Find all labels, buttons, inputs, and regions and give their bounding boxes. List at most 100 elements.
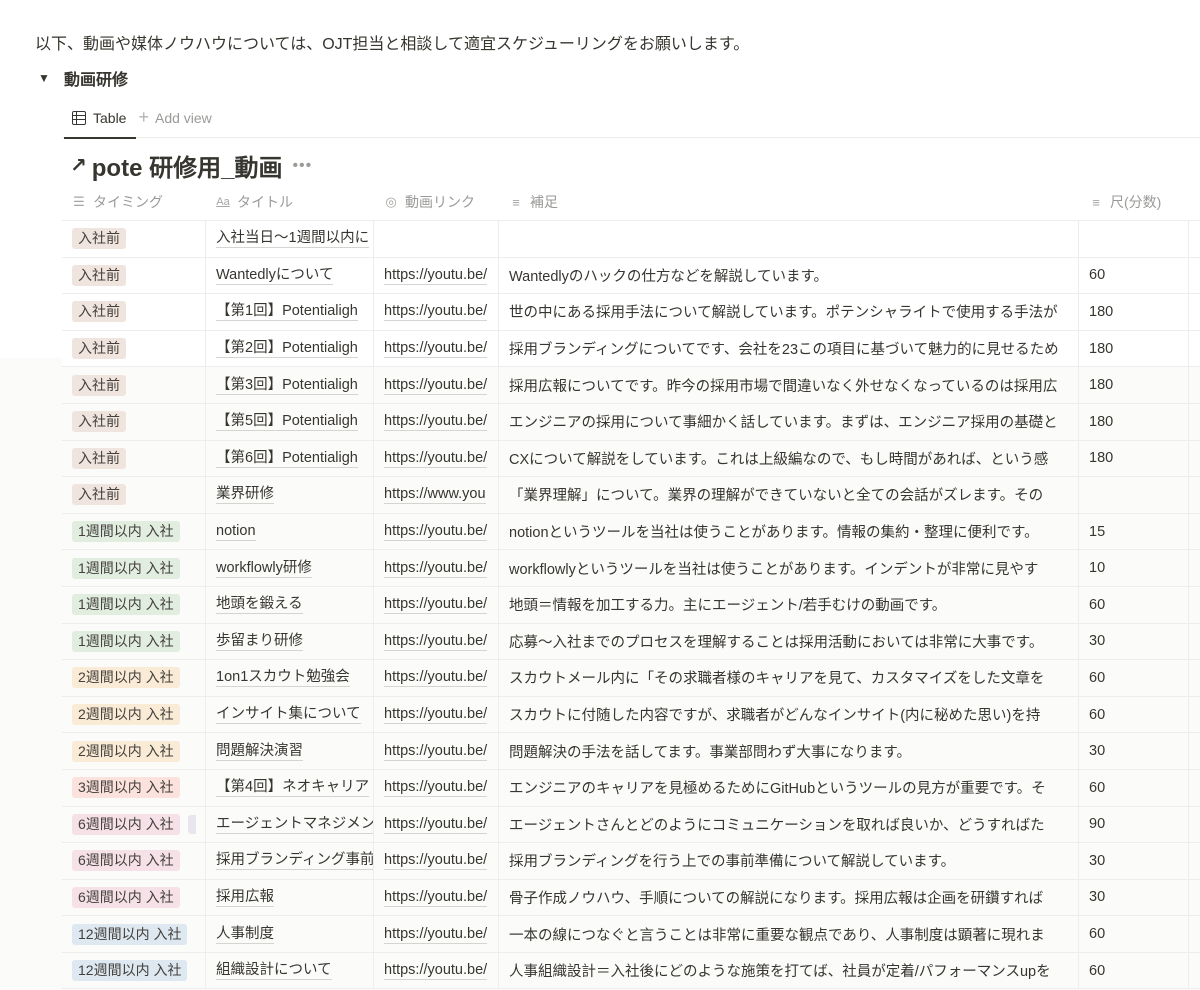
column-header-minutes[interactable]: ≡ 尺(分数) — [1079, 184, 1189, 220]
cell-video-link[interactable]: https://www.you — [374, 477, 499, 513]
cell-timing[interactable]: 入社前 — [62, 477, 206, 513]
cell-timing[interactable]: 入社前 — [62, 367, 206, 403]
cell-timing[interactable]: 入社前 — [62, 257, 206, 294]
cell-note[interactable]: CXについて解説をしています。これは上級編なので、もし時間があれば、という感 — [499, 440, 1079, 477]
cell-timing[interactable]: 2週間以内 入社 — [62, 660, 206, 696]
table-row[interactable]: 入社前 【第1回】Potentialigh https://youtu.be/世の中… — [62, 294, 1200, 331]
table-row[interactable]: 入社前 入社当日〜1週間以内に — [62, 221, 1200, 258]
page-title-link[interactable]: エージェントマネジメント — [216, 815, 373, 834]
column-header-timing[interactable]: ☰ タイミング — [62, 184, 206, 220]
cell-minutes[interactable]: 180 — [1079, 403, 1189, 440]
page-title-link[interactable]: 問題解決演習 — [216, 742, 303, 761]
cell-video-link[interactable]: https://youtu.be/ — [374, 769, 499, 806]
cell-video-link[interactable]: https://youtu.be/ — [374, 550, 499, 586]
cell-timing[interactable]: 入社前 — [62, 330, 206, 367]
video-url-link[interactable]: https://www.you — [384, 485, 486, 505]
cell-timing[interactable]: 1週間以内 入社 — [62, 586, 206, 623]
cell-video-link[interactable] — [374, 221, 499, 257]
page-title-link[interactable]: 【第2回】Potentialigh — [216, 339, 358, 359]
cell-video-link[interactable]: https://youtu.be/ — [374, 257, 499, 294]
video-url-link[interactable]: https://youtu.be/ — [384, 632, 488, 651]
cell-minutes[interactable]: 90 — [1079, 806, 1189, 843]
table-row[interactable]: 1週間以内 入社 地頭を鍛える https://youtu.be/地頭＝情報を加工す… — [62, 586, 1200, 624]
cell-note[interactable]: 問題解決の手法を話してます。事業部問わず大事になります。 — [499, 733, 1079, 769]
cell-minutes[interactable]: 180 — [1079, 294, 1189, 330]
cell-timing[interactable]: 1週間以内 入社 — [62, 550, 206, 586]
cell-title[interactable]: 【第3回】Potentialigh — [206, 367, 374, 403]
cell-video-link[interactable]: https://youtu.be/ — [374, 294, 499, 330]
cell-title[interactable]: 地頭を鍛える — [206, 586, 374, 623]
table-row[interactable]: 6週間以内 入社 エージェントマネジメント https://youtu.be/エージ… — [62, 806, 1200, 844]
cell-note[interactable]: 人事組織設計＝入社後にどのような施策を打てば、社員が定着/パフォーマンスupを — [499, 952, 1079, 989]
cell-video-link[interactable]: https://youtu.be/ — [374, 586, 499, 623]
column-header-title[interactable]: Aa タイトル — [206, 184, 374, 220]
table-row[interactable]: 2週間以内 入社 1on1スカウト勉強会 https://youtu.be/スカウト… — [62, 660, 1200, 697]
video-url-link[interactable]: https://youtu.be/ — [384, 778, 488, 798]
cell-note[interactable]: エンジニアのキャリアを見極めるためにGitHubというツールの見方が重要です。そ — [499, 769, 1079, 806]
cell-title[interactable]: 【第1回】Potentialigh — [206, 294, 374, 330]
table-row[interactable]: 2週間以内 入社 インサイト集について https://youtu.be/スカウトに… — [62, 696, 1200, 734]
cell-title[interactable]: 入社当日〜1週間以内に — [206, 221, 374, 257]
page-title-link[interactable]: Wantedlyについて — [216, 266, 334, 285]
table-row[interactable]: 入社前 【第3回】Potentialigh https://youtu.be/採用広… — [62, 367, 1200, 404]
add-view-button[interactable]: + Add view — [138, 107, 211, 128]
cell-minutes[interactable]: 30 — [1079, 879, 1189, 916]
table-row[interactable]: 12週間以内 入社 人事制度 https://youtu.be/一本の線につなぐと言… — [62, 916, 1200, 953]
table-row[interactable]: 2週間以内 入社 問題解決演習 https://youtu.be/問題解決の手法を話… — [62, 733, 1200, 770]
cell-minutes[interactable]: 60 — [1079, 916, 1189, 952]
cell-title[interactable]: notion — [206, 513, 374, 550]
page-title-link[interactable]: 地頭を鍛える — [216, 595, 303, 615]
table-row[interactable]: 1週間以内 入社 歩留まり研修 https://youtu.be/応募〜入社までのプ… — [62, 623, 1200, 661]
column-header-video-link[interactable]: ◎ 動画リンク — [374, 184, 499, 220]
cell-video-link[interactable]: https://youtu.be/ — [374, 879, 499, 916]
table-row[interactable]: 入社前 【第6回】Potentialigh https://youtu.be/CXに… — [62, 440, 1200, 478]
page-title-link[interactable]: 採用ブランディング事前 — [216, 851, 373, 871]
video-url-link[interactable]: https://youtu.be/ — [384, 851, 488, 871]
cell-title[interactable]: workflowly研修 — [206, 550, 374, 586]
cell-note[interactable]: 一本の線につなぐと言うことは非常に重要な観点であり、人事制度は顕著に現れま — [499, 916, 1079, 952]
cell-note[interactable]: 採用広報についてです。昨今の採用市場で間違いなく外せなくなっているのは採用広 — [499, 367, 1079, 403]
cell-minutes[interactable]: 60 — [1079, 660, 1189, 696]
video-url-link[interactable]: https://youtu.be/ — [384, 302, 488, 322]
page-title-link[interactable]: 採用広報 — [216, 888, 274, 907]
page-title-link[interactable]: notion — [216, 522, 256, 542]
table-row[interactable]: 入社前 業界研修 https://www.you 「業界理解」について。業界の理解がで… — [62, 477, 1200, 514]
more-options-icon[interactable]: ••• — [292, 157, 312, 175]
page-title-link[interactable]: 【第6回】Potentialigh — [216, 449, 358, 468]
video-url-link[interactable]: https://youtu.be/ — [384, 742, 488, 761]
cell-timing[interactable]: 6週間以内 入社 — [62, 806, 206, 843]
cell-timing[interactable]: 入社前 — [62, 440, 206, 477]
cell-timing[interactable]: 1週間以内 入社 — [62, 623, 206, 660]
page-title-link[interactable]: 【第5回】Potentialigh — [216, 412, 358, 432]
page-title-link[interactable]: 人事制度 — [216, 925, 274, 944]
video-url-link[interactable]: https://youtu.be/ — [384, 815, 488, 834]
video-url-link[interactable]: https://youtu.be/ — [384, 266, 488, 285]
video-url-link[interactable]: https://youtu.be/ — [384, 961, 488, 981]
cell-title[interactable]: 採用広報 — [206, 879, 374, 916]
page-title-link[interactable]: 入社当日〜1週間以内に — [216, 229, 370, 249]
cell-note[interactable]: エンジニアの採用について事細かく話しています。まずは、エンジニア採用の基礎と — [499, 403, 1079, 440]
cell-timing[interactable]: 6週間以内 入社 — [62, 879, 206, 916]
cell-note[interactable] — [499, 221, 1079, 257]
page-title-link[interactable]: 組織設計について — [216, 961, 332, 981]
cell-minutes[interactable]: 60 — [1079, 257, 1189, 294]
video-url-link[interactable]: https://youtu.be/ — [384, 888, 488, 907]
cell-title[interactable]: 【第6回】Potentialigh — [206, 440, 374, 477]
video-url-link[interactable]: https://youtu.be/ — [384, 705, 488, 725]
cell-minutes[interactable]: 180 — [1079, 330, 1189, 367]
page-title-link[interactable]: 【第1回】Potentialigh — [216, 302, 358, 322]
cell-minutes[interactable] — [1079, 477, 1189, 513]
video-url-link[interactable]: https://youtu.be/ — [384, 339, 488, 359]
cell-title[interactable]: Wantedlyについて — [206, 257, 374, 294]
cell-minutes[interactable]: 10 — [1079, 550, 1189, 586]
video-url-link[interactable]: https://youtu.be/ — [384, 668, 488, 688]
cell-title[interactable]: 業界研修 — [206, 477, 374, 513]
cell-note[interactable]: Wantedlyのハックの仕方などを解説しています。 — [499, 257, 1079, 294]
cell-timing[interactable]: 2週間以内 入社 — [62, 696, 206, 733]
cell-title[interactable]: 歩留まり研修 — [206, 623, 374, 660]
cell-minutes[interactable]: 30 — [1079, 733, 1189, 769]
cell-title[interactable]: 問題解決演習 — [206, 733, 374, 769]
cell-video-link[interactable]: https://youtu.be/ — [374, 403, 499, 440]
cell-note[interactable]: 骨子作成ノウハウ、手順についての解説になります。採用広報は企画を研鑽すれば — [499, 879, 1079, 916]
cell-minutes[interactable]: 180 — [1079, 367, 1189, 403]
